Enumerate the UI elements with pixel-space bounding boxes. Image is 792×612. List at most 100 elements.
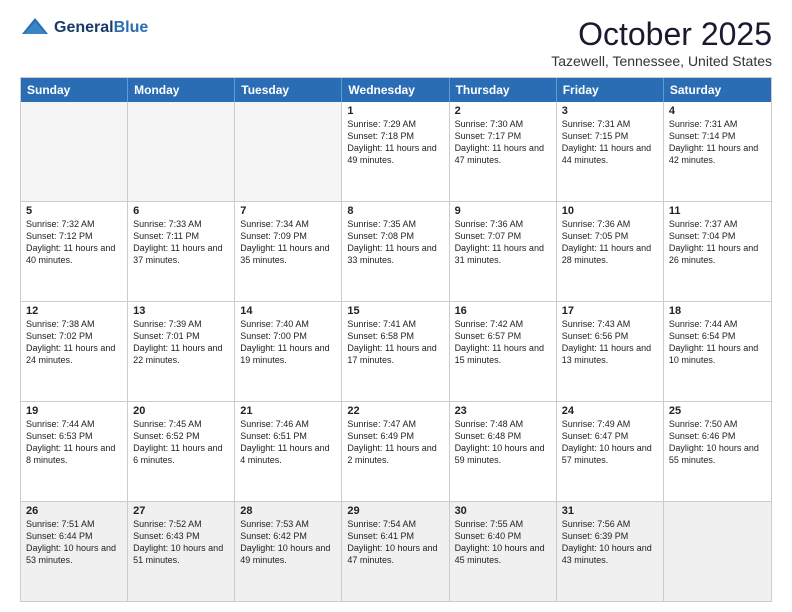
cell-text: Sunrise: 7:50 AMSunset: 6:46 PMDaylight:… — [669, 418, 766, 467]
calendar-cell: 30Sunrise: 7:55 AMSunset: 6:40 PMDayligh… — [450, 502, 557, 601]
logo: GeneralBlue — [20, 16, 148, 40]
cell-text: Sunrise: 7:52 AMSunset: 6:43 PMDaylight:… — [133, 518, 229, 567]
cell-text: Sunrise: 7:53 AMSunset: 6:42 PMDaylight:… — [240, 518, 336, 567]
calendar-header: SundayMondayTuesdayWednesdayThursdayFrid… — [21, 78, 771, 102]
day-number: 6 — [133, 205, 229, 217]
cell-text: Sunrise: 7:31 AMSunset: 7:14 PMDaylight:… — [669, 118, 766, 167]
cell-text: Sunrise: 7:33 AMSunset: 7:11 PMDaylight:… — [133, 218, 229, 267]
cell-text: Sunrise: 7:44 AMSunset: 6:54 PMDaylight:… — [669, 318, 766, 367]
day-number: 5 — [26, 205, 122, 217]
calendar-cell: 2Sunrise: 7:30 AMSunset: 7:17 PMDaylight… — [450, 102, 557, 201]
cell-text: Sunrise: 7:36 AMSunset: 7:05 PMDaylight:… — [562, 218, 658, 267]
calendar-cell: 1Sunrise: 7:29 AMSunset: 7:18 PMDaylight… — [342, 102, 449, 201]
day-number: 20 — [133, 405, 229, 417]
cell-text: Sunrise: 7:36 AMSunset: 7:07 PMDaylight:… — [455, 218, 551, 267]
cell-text: Sunrise: 7:43 AMSunset: 6:56 PMDaylight:… — [562, 318, 658, 367]
calendar-cell: 28Sunrise: 7:53 AMSunset: 6:42 PMDayligh… — [235, 502, 342, 601]
calendar-cell: 7Sunrise: 7:34 AMSunset: 7:09 PMDaylight… — [235, 202, 342, 301]
calendar-cell: 16Sunrise: 7:42 AMSunset: 6:57 PMDayligh… — [450, 302, 557, 401]
day-number: 31 — [562, 505, 658, 517]
calendar-cell: 17Sunrise: 7:43 AMSunset: 6:56 PMDayligh… — [557, 302, 664, 401]
calendar-cell: 15Sunrise: 7:41 AMSunset: 6:58 PMDayligh… — [342, 302, 449, 401]
day-number: 10 — [562, 205, 658, 217]
cell-text: Sunrise: 7:47 AMSunset: 6:49 PMDaylight:… — [347, 418, 443, 467]
calendar-cell: 5Sunrise: 7:32 AMSunset: 7:12 PMDaylight… — [21, 202, 128, 301]
calendar-row: 26Sunrise: 7:51 AMSunset: 6:44 PMDayligh… — [21, 501, 771, 601]
logo-icon — [20, 16, 50, 40]
cell-text: Sunrise: 7:56 AMSunset: 6:39 PMDaylight:… — [562, 518, 658, 567]
day-number: 2 — [455, 105, 551, 117]
cell-text: Sunrise: 7:38 AMSunset: 7:02 PMDaylight:… — [26, 318, 122, 367]
calendar-cell: 20Sunrise: 7:45 AMSunset: 6:52 PMDayligh… — [128, 402, 235, 501]
cell-text: Sunrise: 7:34 AMSunset: 7:09 PMDaylight:… — [240, 218, 336, 267]
logo-text: GeneralBlue — [54, 19, 148, 37]
calendar-cell: 4Sunrise: 7:31 AMSunset: 7:14 PMDaylight… — [664, 102, 771, 201]
calendar-cell: 19Sunrise: 7:44 AMSunset: 6:53 PMDayligh… — [21, 402, 128, 501]
cell-text: Sunrise: 7:51 AMSunset: 6:44 PMDaylight:… — [26, 518, 122, 567]
cell-text: Sunrise: 7:54 AMSunset: 6:41 PMDaylight:… — [347, 518, 443, 567]
calendar-cell: 12Sunrise: 7:38 AMSunset: 7:02 PMDayligh… — [21, 302, 128, 401]
calendar-cell: 22Sunrise: 7:47 AMSunset: 6:49 PMDayligh… — [342, 402, 449, 501]
calendar-row: 5Sunrise: 7:32 AMSunset: 7:12 PMDaylight… — [21, 201, 771, 301]
day-number: 9 — [455, 205, 551, 217]
weekday-header: Monday — [128, 78, 235, 102]
calendar-cell: 11Sunrise: 7:37 AMSunset: 7:04 PMDayligh… — [664, 202, 771, 301]
page: GeneralBlue October 2025 Tazewell, Tenne… — [0, 0, 792, 612]
weekday-header: Tuesday — [235, 78, 342, 102]
weekday-header: Sunday — [21, 78, 128, 102]
calendar-cell — [128, 102, 235, 201]
cell-text: Sunrise: 7:44 AMSunset: 6:53 PMDaylight:… — [26, 418, 122, 467]
calendar-cell: 27Sunrise: 7:52 AMSunset: 6:43 PMDayligh… — [128, 502, 235, 601]
calendar-cell: 23Sunrise: 7:48 AMSunset: 6:48 PMDayligh… — [450, 402, 557, 501]
calendar-cell: 10Sunrise: 7:36 AMSunset: 7:05 PMDayligh… — [557, 202, 664, 301]
day-number: 1 — [347, 105, 443, 117]
day-number: 27 — [133, 505, 229, 517]
calendar-cell: 3Sunrise: 7:31 AMSunset: 7:15 PMDaylight… — [557, 102, 664, 201]
cell-text: Sunrise: 7:37 AMSunset: 7:04 PMDaylight:… — [669, 218, 766, 267]
title-block: October 2025 Tazewell, Tennessee, United… — [551, 16, 772, 69]
calendar-cell: 9Sunrise: 7:36 AMSunset: 7:07 PMDaylight… — [450, 202, 557, 301]
calendar-cell: 29Sunrise: 7:54 AMSunset: 6:41 PMDayligh… — [342, 502, 449, 601]
day-number: 19 — [26, 405, 122, 417]
day-number: 21 — [240, 405, 336, 417]
cell-text: Sunrise: 7:29 AMSunset: 7:18 PMDaylight:… — [347, 118, 443, 167]
calendar-row: 19Sunrise: 7:44 AMSunset: 6:53 PMDayligh… — [21, 401, 771, 501]
day-number: 29 — [347, 505, 443, 517]
day-number: 30 — [455, 505, 551, 517]
calendar-cell — [235, 102, 342, 201]
calendar: SundayMondayTuesdayWednesdayThursdayFrid… — [20, 77, 772, 602]
day-number: 22 — [347, 405, 443, 417]
cell-text: Sunrise: 7:40 AMSunset: 7:00 PMDaylight:… — [240, 318, 336, 367]
day-number: 17 — [562, 305, 658, 317]
location: Tazewell, Tennessee, United States — [551, 53, 772, 69]
calendar-row: 12Sunrise: 7:38 AMSunset: 7:02 PMDayligh… — [21, 301, 771, 401]
day-number: 3 — [562, 105, 658, 117]
calendar-row: 1Sunrise: 7:29 AMSunset: 7:18 PMDaylight… — [21, 102, 771, 201]
day-number: 4 — [669, 105, 766, 117]
calendar-cell: 8Sunrise: 7:35 AMSunset: 7:08 PMDaylight… — [342, 202, 449, 301]
calendar-cell: 21Sunrise: 7:46 AMSunset: 6:51 PMDayligh… — [235, 402, 342, 501]
weekday-header: Friday — [557, 78, 664, 102]
cell-text: Sunrise: 7:41 AMSunset: 6:58 PMDaylight:… — [347, 318, 443, 367]
day-number: 23 — [455, 405, 551, 417]
calendar-cell: 25Sunrise: 7:50 AMSunset: 6:46 PMDayligh… — [664, 402, 771, 501]
calendar-cell — [21, 102, 128, 201]
cell-text: Sunrise: 7:46 AMSunset: 6:51 PMDaylight:… — [240, 418, 336, 467]
calendar-cell: 26Sunrise: 7:51 AMSunset: 6:44 PMDayligh… — [21, 502, 128, 601]
day-number: 24 — [562, 405, 658, 417]
day-number: 25 — [669, 405, 766, 417]
cell-text: Sunrise: 7:42 AMSunset: 6:57 PMDaylight:… — [455, 318, 551, 367]
calendar-cell: 18Sunrise: 7:44 AMSunset: 6:54 PMDayligh… — [664, 302, 771, 401]
header: GeneralBlue October 2025 Tazewell, Tenne… — [20, 16, 772, 69]
weekday-header: Saturday — [664, 78, 771, 102]
cell-text: Sunrise: 7:39 AMSunset: 7:01 PMDaylight:… — [133, 318, 229, 367]
cell-text: Sunrise: 7:32 AMSunset: 7:12 PMDaylight:… — [26, 218, 122, 267]
calendar-cell: 6Sunrise: 7:33 AMSunset: 7:11 PMDaylight… — [128, 202, 235, 301]
calendar-cell: 24Sunrise: 7:49 AMSunset: 6:47 PMDayligh… — [557, 402, 664, 501]
weekday-header: Wednesday — [342, 78, 449, 102]
cell-text: Sunrise: 7:45 AMSunset: 6:52 PMDaylight:… — [133, 418, 229, 467]
cell-text: Sunrise: 7:55 AMSunset: 6:40 PMDaylight:… — [455, 518, 551, 567]
day-number: 16 — [455, 305, 551, 317]
cell-text: Sunrise: 7:35 AMSunset: 7:08 PMDaylight:… — [347, 218, 443, 267]
day-number: 7 — [240, 205, 336, 217]
